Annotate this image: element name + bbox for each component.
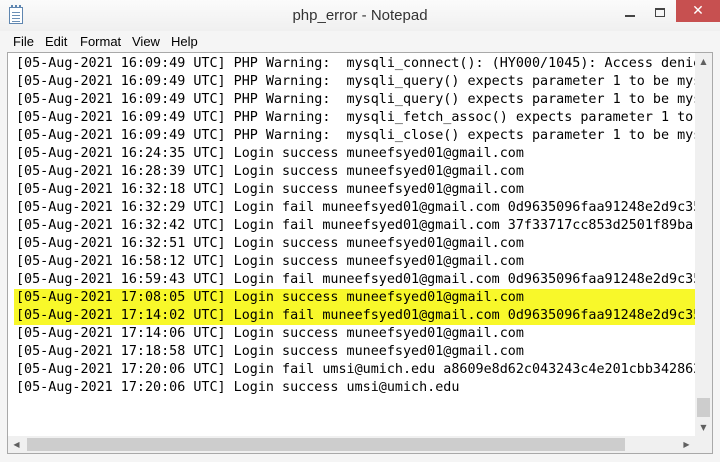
horizontal-scroll-thumb[interactable] [27, 438, 625, 451]
minimize-icon [625, 14, 635, 17]
title-bar[interactable]: php_error - Notepad ✕ [0, 0, 720, 31]
menu-file[interactable]: File [13, 34, 34, 49]
log-line[interactable]: [05-Aug-2021 17:08:05 UTC] Login success… [16, 289, 524, 307]
log-line[interactable]: [05-Aug-2021 16:32:18 UTC] Login success… [16, 181, 524, 199]
notepad-window: php_error - Notepad ✕ File Edit Format V… [0, 0, 720, 462]
scrollbar-corner [695, 436, 712, 453]
menu-edit[interactable]: Edit [45, 34, 67, 49]
log-line[interactable]: [05-Aug-2021 16:32:29 UTC] Login fail mu… [16, 199, 696, 217]
log-line[interactable]: [05-Aug-2021 17:20:06 UTC] Login fail um… [16, 361, 696, 379]
close-icon: ✕ [692, 3, 704, 19]
log-line[interactable]: [05-Aug-2021 16:32:42 UTC] Login fail mu… [16, 217, 693, 235]
close-button[interactable]: ✕ [676, 0, 720, 22]
text-editor[interactable]: [05-Aug-2021 16:09:49 UTC] PHP Warning: … [7, 52, 713, 454]
log-line[interactable]: [05-Aug-2021 16:58:12 UTC] Login success… [16, 253, 524, 271]
log-line[interactable]: [05-Aug-2021 16:24:35 UTC] Login success… [16, 145, 524, 163]
scroll-down-icon[interactable]: ▼ [695, 419, 712, 436]
maximize-icon [655, 8, 665, 17]
log-line[interactable]: [05-Aug-2021 16:59:43 UTC] Login fail mu… [16, 271, 696, 289]
window-title: php_error - Notepad [292, 7, 428, 24]
scroll-right-icon[interactable]: ▶ [678, 436, 695, 453]
minimize-button[interactable] [616, 0, 644, 25]
menu-bar: File Edit Format View Help [0, 31, 720, 52]
log-line[interactable]: [05-Aug-2021 16:09:49 UTC] PHP Warning: … [16, 127, 696, 145]
editor-content[interactable]: [05-Aug-2021 16:09:49 UTC] PHP Warning: … [8, 53, 696, 436]
menu-view[interactable]: View [132, 34, 160, 49]
horizontal-scrollbar[interactable]: ◀ ▶ [8, 436, 695, 453]
menu-help[interactable]: Help [171, 34, 198, 49]
log-line[interactable]: [05-Aug-2021 16:09:49 UTC] PHP Warning: … [16, 73, 696, 91]
maximize-button[interactable] [646, 0, 674, 25]
log-line[interactable]: [05-Aug-2021 17:14:02 UTC] Login fail mu… [16, 307, 696, 325]
log-line[interactable]: [05-Aug-2021 16:32:51 UTC] Login success… [16, 235, 524, 253]
log-line[interactable]: [05-Aug-2021 17:20:06 UTC] Login success… [16, 379, 459, 397]
vertical-scroll-thumb[interactable] [697, 398, 710, 417]
log-line[interactable]: [05-Aug-2021 16:28:39 UTC] Login success… [16, 163, 524, 181]
log-line[interactable]: [05-Aug-2021 17:14:06 UTC] Login success… [16, 325, 524, 343]
log-line[interactable]: [05-Aug-2021 16:09:49 UTC] PHP Warning: … [16, 109, 693, 127]
log-line[interactable]: [05-Aug-2021 17:18:58 UTC] Login success… [16, 343, 524, 361]
vertical-scrollbar[interactable]: ▲ ▼ [695, 53, 712, 436]
log-line[interactable]: [05-Aug-2021 16:09:49 UTC] PHP Warning: … [16, 55, 696, 73]
scroll-left-icon[interactable]: ◀ [8, 436, 25, 453]
scroll-up-icon[interactable]: ▲ [695, 53, 712, 70]
menu-format[interactable]: Format [80, 34, 121, 49]
log-line[interactable]: [05-Aug-2021 16:09:49 UTC] PHP Warning: … [16, 91, 696, 109]
